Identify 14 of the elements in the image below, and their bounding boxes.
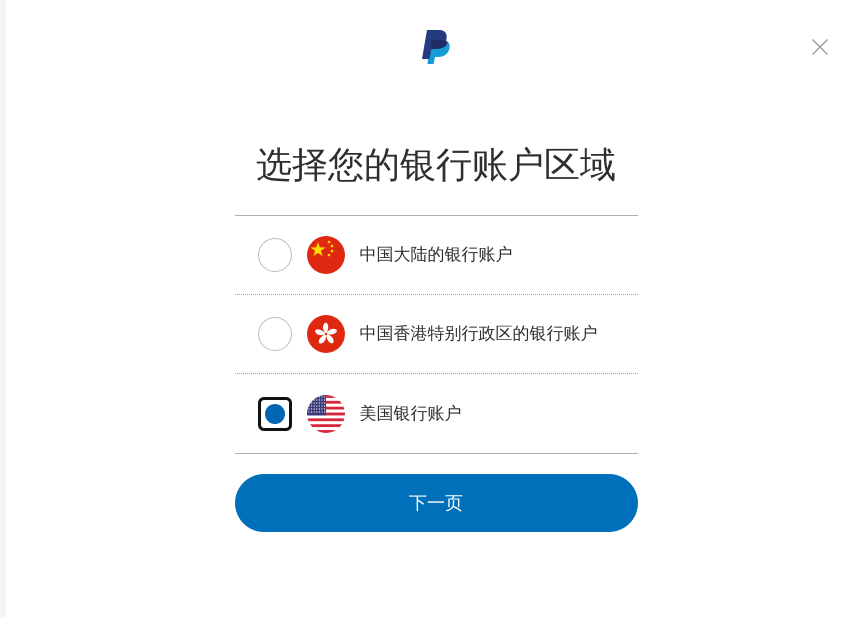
next-page-button[interactable]: 下一页	[234, 474, 638, 532]
radio-button[interactable]	[258, 396, 292, 430]
option-label[interactable]: 中国香港特别行政区的银行账户	[360, 321, 598, 347]
close-button[interactable]	[812, 39, 828, 55]
option-label[interactable]: 中国大陆的银行账户	[360, 242, 512, 268]
close-icon	[812, 39, 828, 55]
china-flag-icon	[306, 236, 344, 274]
radio-button[interactable]	[258, 317, 292, 351]
us-flag-icon	[306, 394, 344, 432]
dialog-title: 选择您的银行账户区域	[256, 143, 616, 187]
radio-button[interactable]	[258, 238, 292, 272]
option-label[interactable]: 美国银行账户	[360, 400, 462, 426]
logo-icon	[422, 30, 452, 64]
hong-kong-flag-icon	[306, 315, 344, 353]
